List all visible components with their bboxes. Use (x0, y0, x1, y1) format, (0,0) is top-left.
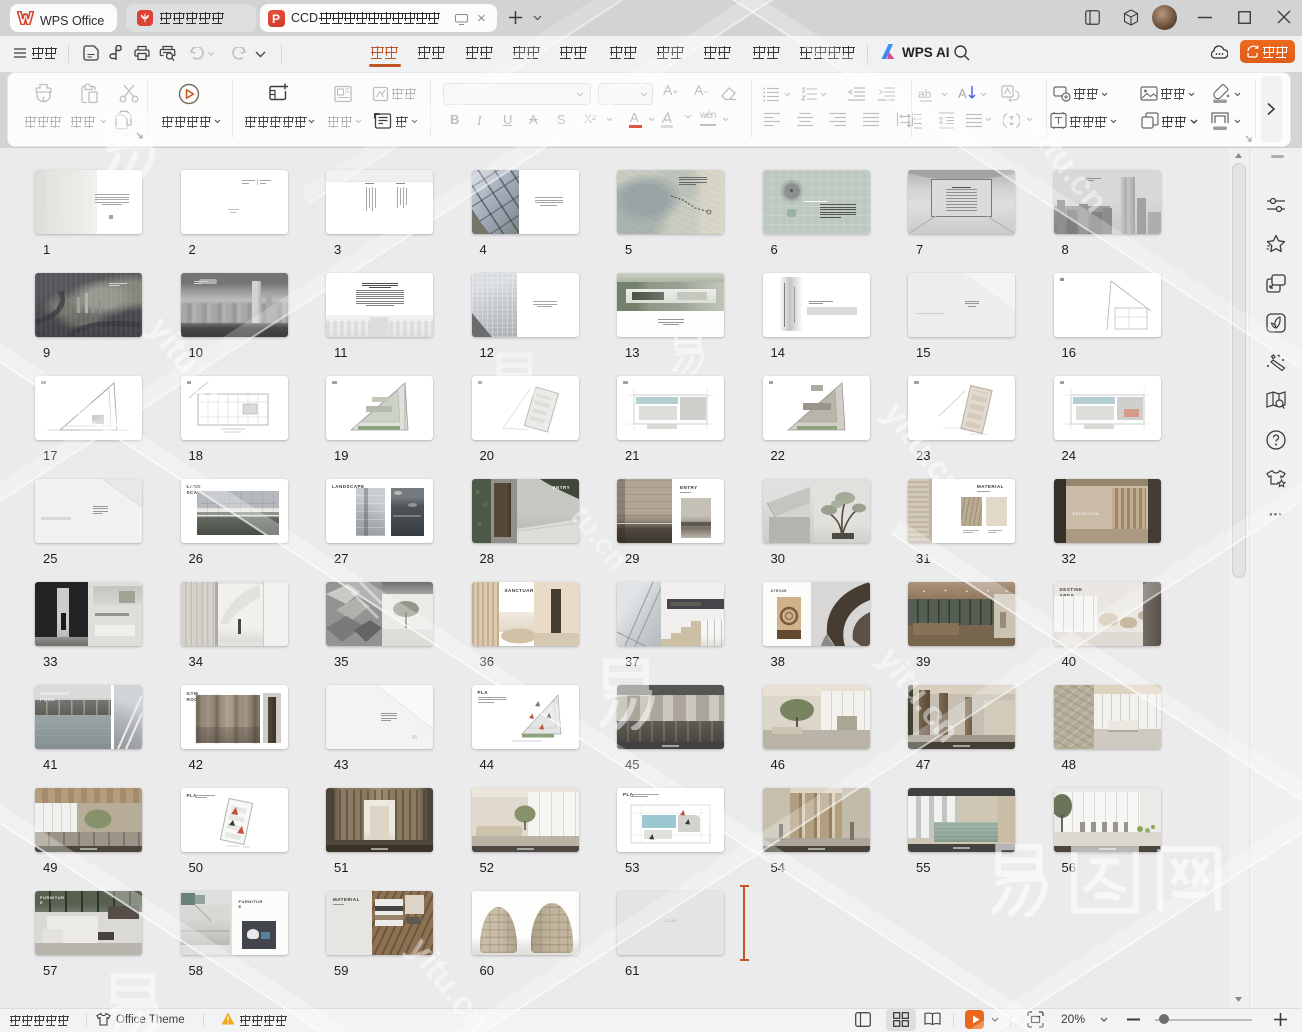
svg-text:ab: ab (918, 87, 932, 101)
svg-text:A: A (958, 86, 967, 101)
